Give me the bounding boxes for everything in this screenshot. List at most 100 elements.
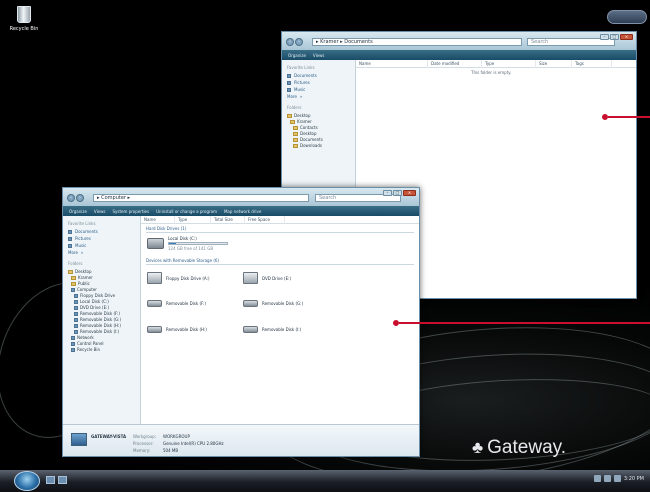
computer-search-input[interactable]: Search	[319, 195, 336, 201]
col-type[interactable]: Type	[482, 59, 536, 68]
network-tray-icon[interactable]	[593, 475, 601, 482]
dvd-drive-icon	[243, 272, 258, 284]
tree-item[interactable]: DVD Drive (E:)	[68, 305, 135, 310]
folders-header[interactable]: Folders	[287, 105, 350, 110]
tree-item[interactable]: Removable Disk (I:)	[68, 329, 135, 334]
local-disk-c[interactable]: Local Disk (C:) 124 GB free of 141 GB	[147, 236, 228, 251]
tree-item[interactable]: Floppy Disk Drive	[68, 293, 135, 298]
window-controls: – □ ×	[383, 190, 416, 196]
views-button[interactable]: Views	[313, 53, 325, 58]
tree-item[interactable]: Control Panel	[68, 341, 135, 346]
tree-item[interactable]: Downloads	[287, 143, 350, 148]
breadcrumb-computer[interactable]: Computer	[101, 195, 126, 201]
minimize-icon[interactable]: –	[383, 190, 392, 196]
organize-button[interactable]: Organize	[288, 53, 306, 58]
computer-address-bar[interactable]: ▸ Computer ▸	[93, 194, 309, 202]
col-size[interactable]: Size	[536, 59, 572, 68]
removable-disk-h[interactable]: Removable Disk (H:)	[147, 326, 207, 333]
tree-item[interactable]: Kramer	[287, 119, 350, 124]
tree-item[interactable]: Contacts	[287, 125, 350, 130]
computer-title-bar[interactable]: ‹ › ▸ Computer ▸ Search – □ ×	[63, 188, 419, 206]
empty-folder-message: This folder is empty.	[471, 70, 512, 75]
col-name[interactable]: Name	[356, 59, 428, 68]
recycle-bin-shortcut[interactable]: Recycle Bin	[8, 6, 40, 32]
close-icon[interactable]: ×	[620, 34, 633, 40]
folder-icon	[287, 113, 292, 118]
tree-item[interactable]: Documents	[287, 137, 350, 142]
tree-item[interactable]: Local Disk (C:)	[68, 299, 135, 304]
volume-tray-icon[interactable]	[603, 475, 611, 482]
col-tags[interactable]: Tags	[572, 59, 612, 68]
organize-button[interactable]: Organize	[69, 209, 87, 214]
start-orb-icon[interactable]	[14, 471, 40, 491]
tree-item[interactable]: Public	[68, 281, 135, 286]
breadcrumb-kramer[interactable]: Kramer	[320, 39, 338, 45]
computer-name: GATEWAY-VISTA	[91, 434, 127, 439]
tree-item[interactable]: Desktop	[287, 113, 350, 118]
tree-item[interactable]: Removable Disk (G:)	[68, 317, 135, 322]
tree-item[interactable]: Desktop	[287, 131, 350, 136]
dvd-drive-icon	[74, 305, 78, 310]
documents-icon	[68, 229, 72, 234]
fav-link-pictures[interactable]: Pictures	[287, 80, 350, 85]
breadcrumb-documents[interactable]: Documents	[344, 39, 373, 45]
col-type[interactable]: Type	[175, 215, 211, 224]
removable-disk-icon	[74, 311, 78, 316]
removable-disk-icon	[147, 300, 162, 307]
removable-section-header[interactable]: Devices with Removable Storage (6)	[146, 258, 414, 265]
control-panel-icon	[71, 341, 75, 346]
back-arrow-icon[interactable]: ‹	[286, 38, 294, 46]
desktop-icon	[68, 269, 73, 274]
computer-window[interactable]: ‹ › ▸ Computer ▸ Search – □ × Organize V…	[62, 187, 420, 457]
forward-arrow-icon[interactable]: ›	[76, 194, 84, 202]
fav-link-music[interactable]: Music	[68, 243, 135, 248]
folders-header[interactable]: Folders	[68, 261, 135, 266]
switch-windows-icon[interactable]	[58, 476, 67, 484]
fav-link-music[interactable]: Music	[287, 87, 350, 92]
fav-link-documents[interactable]: Documents	[68, 229, 135, 234]
folder-icon	[71, 281, 76, 286]
col-date-modified[interactable]: Date modified	[428, 59, 482, 68]
map-network-drive-button[interactable]: Map network drive	[224, 209, 261, 214]
removable-disk-f[interactable]: Removable Disk (F:)	[147, 300, 206, 307]
more-links[interactable]: More »	[68, 250, 135, 255]
uninstall-program-button[interactable]: Uninstall or change a program	[156, 209, 217, 214]
views-button[interactable]: Views	[94, 209, 106, 214]
tree-item[interactable]: Computer	[68, 287, 135, 292]
taskbar-clock[interactable]: 3:20 PM	[624, 476, 644, 482]
removable-disk-g[interactable]: Removable Disk (G:)	[243, 300, 303, 307]
tree-item[interactable]: Network	[68, 335, 135, 340]
tree-item[interactable]: Desktop	[68, 269, 135, 274]
hard-disk-section-header[interactable]: Hard Disk Drives (1)	[146, 226, 414, 233]
folder-tree: Folders Desktop Kramer Contacts Desktop …	[287, 105, 350, 148]
fav-link-documents[interactable]: Documents	[287, 73, 350, 78]
show-desktop-icon[interactable]	[46, 476, 55, 484]
col-name[interactable]: Name	[141, 215, 175, 224]
tree-item[interactable]: Recycle Bin	[68, 347, 135, 352]
dvd-drive-e[interactable]: DVD Drive (E:)	[243, 272, 291, 284]
sidebar-gadget[interactable]	[607, 10, 647, 24]
tree-item[interactable]: Kramer	[68, 275, 135, 280]
system-properties-button[interactable]: System properties	[113, 209, 150, 214]
col-total-size[interactable]: Total Size	[211, 215, 245, 224]
back-arrow-icon[interactable]: ‹	[67, 194, 75, 202]
minimize-icon[interactable]: –	[600, 34, 609, 40]
tree-item[interactable]: Removable Disk (F:)	[68, 311, 135, 316]
maximize-icon[interactable]: □	[610, 34, 619, 40]
tree-item[interactable]: Removable Disk (H:)	[68, 323, 135, 328]
documents-search-input[interactable]: Search	[531, 39, 548, 45]
computer-icon: ▸	[97, 195, 100, 201]
maximize-icon[interactable]: □	[393, 190, 402, 196]
forward-arrow-icon[interactable]: ›	[295, 38, 303, 46]
documents-address-bar[interactable]: ▸ Kramer ▸ Documents	[312, 38, 522, 46]
more-links[interactable]: More »	[287, 94, 350, 99]
documents-title-bar[interactable]: ‹ › ▸ Kramer ▸ Documents Search – □ ×	[282, 32, 636, 50]
floppy-drive-a[interactable]: Floppy Disk Drive (A:)	[147, 272, 210, 284]
close-icon[interactable]: ×	[403, 190, 416, 196]
floppy-drive-icon	[147, 272, 162, 284]
removable-disk-i[interactable]: Removable Disk (I:)	[243, 326, 301, 333]
col-free-space[interactable]: Free Space	[245, 215, 285, 224]
network-icon	[71, 335, 75, 340]
power-tray-icon[interactable]	[613, 475, 621, 482]
fav-link-pictures[interactable]: Pictures	[68, 236, 135, 241]
